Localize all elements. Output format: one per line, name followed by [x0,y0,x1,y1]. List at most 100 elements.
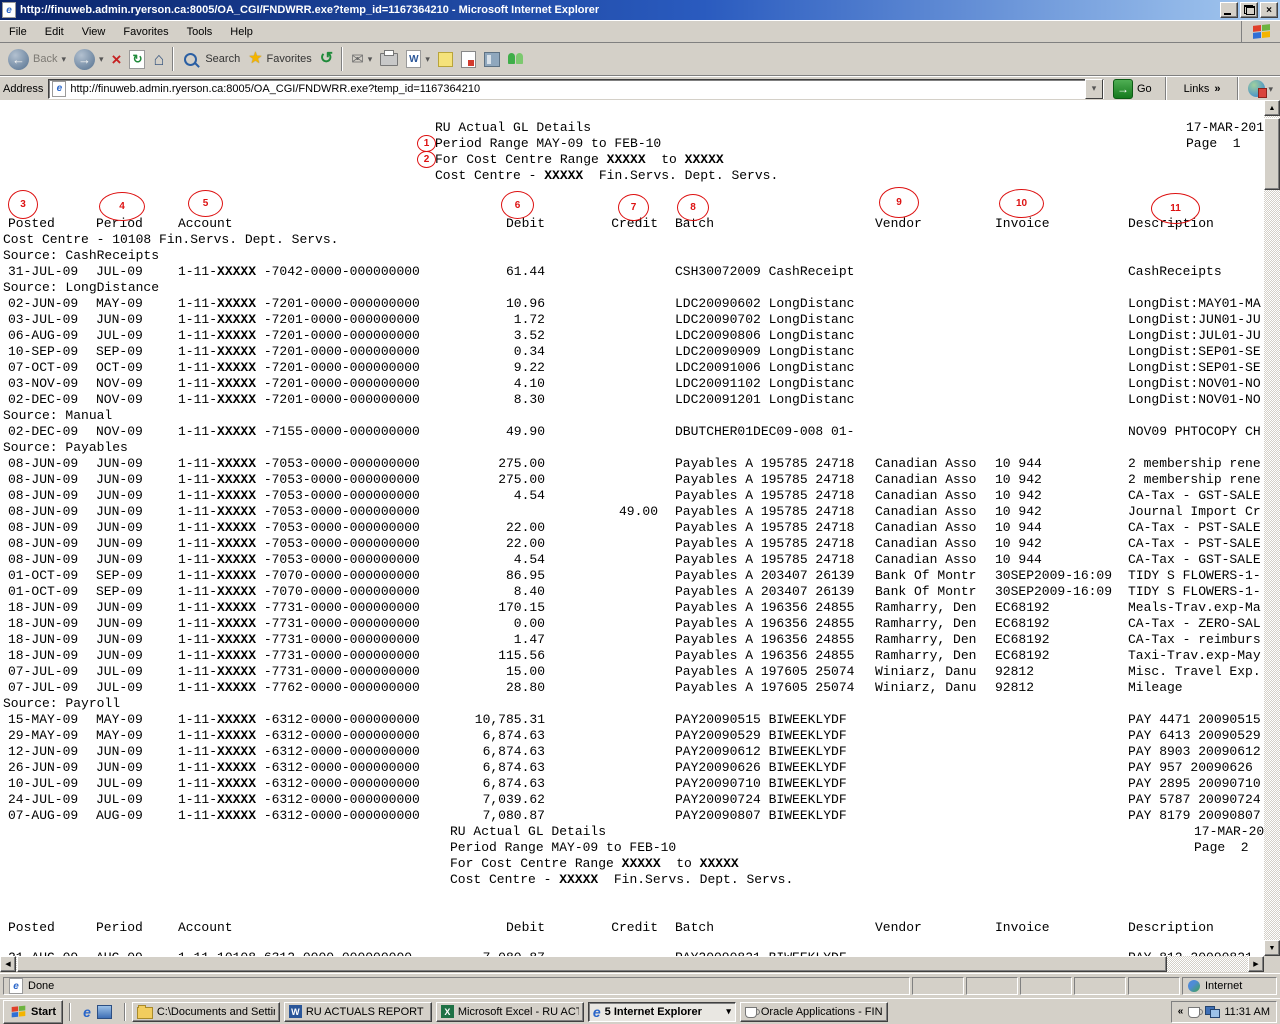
links-button[interactable]: Links » [1176,83,1229,95]
quick-launch-icon-2[interactable] [97,1005,112,1019]
refresh-button[interactable] [125,45,149,73]
scroll-down-button[interactable] [1264,940,1280,956]
network-tray-icon[interactable] [1205,1006,1219,1017]
horizontal-scrollbar[interactable] [0,956,1264,972]
favorites-star-icon [248,51,262,67]
internet-globe-icon [1188,980,1200,992]
report-row: 02-JUN-09MAY-091-11-XXXXX -7201-0000-000… [0,296,1264,312]
scroll-up-button[interactable] [1264,100,1280,116]
addressbar-addon-button[interactable] [1248,80,1277,97]
report-header-line: Period Range MAY-09 to FEB-10Page 1 [0,136,1264,152]
go-arrow-icon [1113,79,1133,99]
toolbar: Back Search Favorites W [0,43,1280,76]
scrollbar-corner [1264,956,1280,972]
back-icon [8,49,29,70]
excel-icon [441,1005,454,1018]
minimize-button[interactable] [1220,2,1238,18]
addressbar-addon-dropdown-icon[interactable] [1268,83,1273,95]
report-header-line: RU Actual GL Details17-MAR-20 [0,824,1264,840]
restore-button[interactable] [1240,2,1258,18]
addon-button-2[interactable] [480,45,504,73]
menu-file[interactable]: File [0,23,36,41]
status-pane-empty [1128,977,1180,995]
task-buttons: C:\Documents and Settin...RU ACTUALS REP… [132,1002,888,1022]
addon-button-1[interactable] [457,45,480,73]
address-url[interactable]: http://finuweb.admin.ryerson.ca:8005/OA_… [70,83,1085,95]
taskbar-task-ie[interactable]: 5 Internet Explorer [588,1002,736,1022]
taskbar-task-folder[interactable]: C:\Documents and Settin... [132,1002,280,1022]
mail-dropdown-icon[interactable] [368,53,373,65]
ie-page-icon: e [9,978,23,994]
task-group-dropdown-icon[interactable] [726,1006,731,1017]
back-dropdown-icon[interactable] [61,53,66,65]
history-icon [320,51,333,67]
favorites-button[interactable]: Favorites [244,45,316,73]
close-button[interactable]: × [1260,2,1278,18]
addon-icon-2 [484,52,500,67]
search-icon [184,53,197,66]
address-input[interactable]: e http://finuweb.admin.ryerson.ca:8005/O… [48,79,1104,99]
report-header-line: Cost Centre - XXXXX Fin.Servs. Dept. Ser… [0,872,1264,888]
report-row: 07-JUL-09JUL-091-11-XXXXX -7762-0000-000… [0,680,1264,696]
annotation-circle-7: 7 [618,194,649,221]
annotation-circle-3: 3 [8,190,38,219]
back-button[interactable]: Back [4,45,70,73]
mail-button[interactable] [347,45,376,73]
go-button[interactable]: Go [1109,78,1156,100]
scroll-right-button[interactable] [1248,956,1264,972]
addon-icon-1 [461,51,476,68]
report-text-line: Source: Payroll [0,696,1264,712]
taskbar-separator [124,1003,126,1021]
edit-word-icon: W [406,50,421,68]
address-dropdown-button[interactable] [1085,79,1103,99]
vertical-scrollbar[interactable] [1264,100,1280,956]
report-row: 08-JUN-09JUN-091-11-XXXXX -7053-0000-000… [0,472,1264,488]
java-tray-icon[interactable] [1188,1007,1200,1018]
report-row: 07-AUG-09AUG-091-11-XXXXX -6312-0000-000… [0,808,1264,824]
window-title: http://finuweb.admin.ryerson.ca:8005/OA_… [20,4,1218,16]
system-tray: 11:31 AM [1171,1001,1277,1023]
messenger-button[interactable] [504,45,528,73]
search-button[interactable]: Search [178,45,244,73]
home-icon [153,50,164,68]
folder-icon [137,1007,153,1019]
menu-tools[interactable]: Tools [178,23,222,41]
edit-dropdown-icon[interactable] [425,53,430,65]
edit-button[interactable]: W [402,45,434,73]
task-label: Microsoft Excel - RU ACT... [458,1006,579,1018]
toolbar-separator [341,47,343,71]
tray-chevron-icon[interactable] [1178,1006,1184,1017]
forward-dropdown-icon[interactable] [99,53,104,65]
report-header-line: For Cost Centre Range XXXXX to XXXXX [0,152,1264,168]
print-icon [380,53,398,66]
menu-help[interactable]: Help [221,23,262,41]
print-button[interactable] [376,45,402,73]
menu-edit[interactable]: Edit [36,23,73,41]
forward-button[interactable] [70,45,108,73]
stop-button[interactable] [108,45,126,73]
menu-favorites[interactable]: Favorites [114,23,177,41]
report-row: 08-JUN-09JUN-091-11-XXXXX -7053-0000-000… [0,456,1264,472]
discuss-button[interactable] [434,45,457,73]
horizontal-scrollbar-thumb[interactable] [17,956,1167,972]
scroll-left-button[interactable] [0,956,16,972]
taskbar-task-word[interactable]: RU ACTUALS REPORT D... [284,1002,432,1022]
quick-launch-ie-icon[interactable]: e [83,1004,91,1020]
history-button[interactable] [316,45,337,73]
start-label: Start [31,1006,56,1018]
start-button[interactable]: Start [3,1000,63,1024]
annotation-circle-8: 8 [677,194,709,221]
report-row: 31-JUL-09JUL-091-11-XXXXX -7042-0000-000… [0,264,1264,280]
windows-flag-icon [1253,24,1270,39]
home-button[interactable] [149,45,168,73]
report-text-line: Cost Centre - 10108 Fin.Servs. Dept. Ser… [0,232,1264,248]
taskbar-task-excel[interactable]: Microsoft Excel - RU ACT... [436,1002,584,1022]
annotation-circle-4: 4 [99,192,145,221]
report-row: 02-DEC-09NOV-091-11-XXXXX -7155-0000-000… [0,424,1264,440]
taskbar-task-java[interactable]: Oracle Applications - FIN... [740,1002,888,1022]
messenger-icon [508,52,524,66]
vertical-scrollbar-thumb[interactable] [1264,118,1280,190]
menu-view[interactable]: View [73,23,115,41]
report-text-line: Source: Manual [0,408,1264,424]
taskbar-separator [69,1003,71,1021]
